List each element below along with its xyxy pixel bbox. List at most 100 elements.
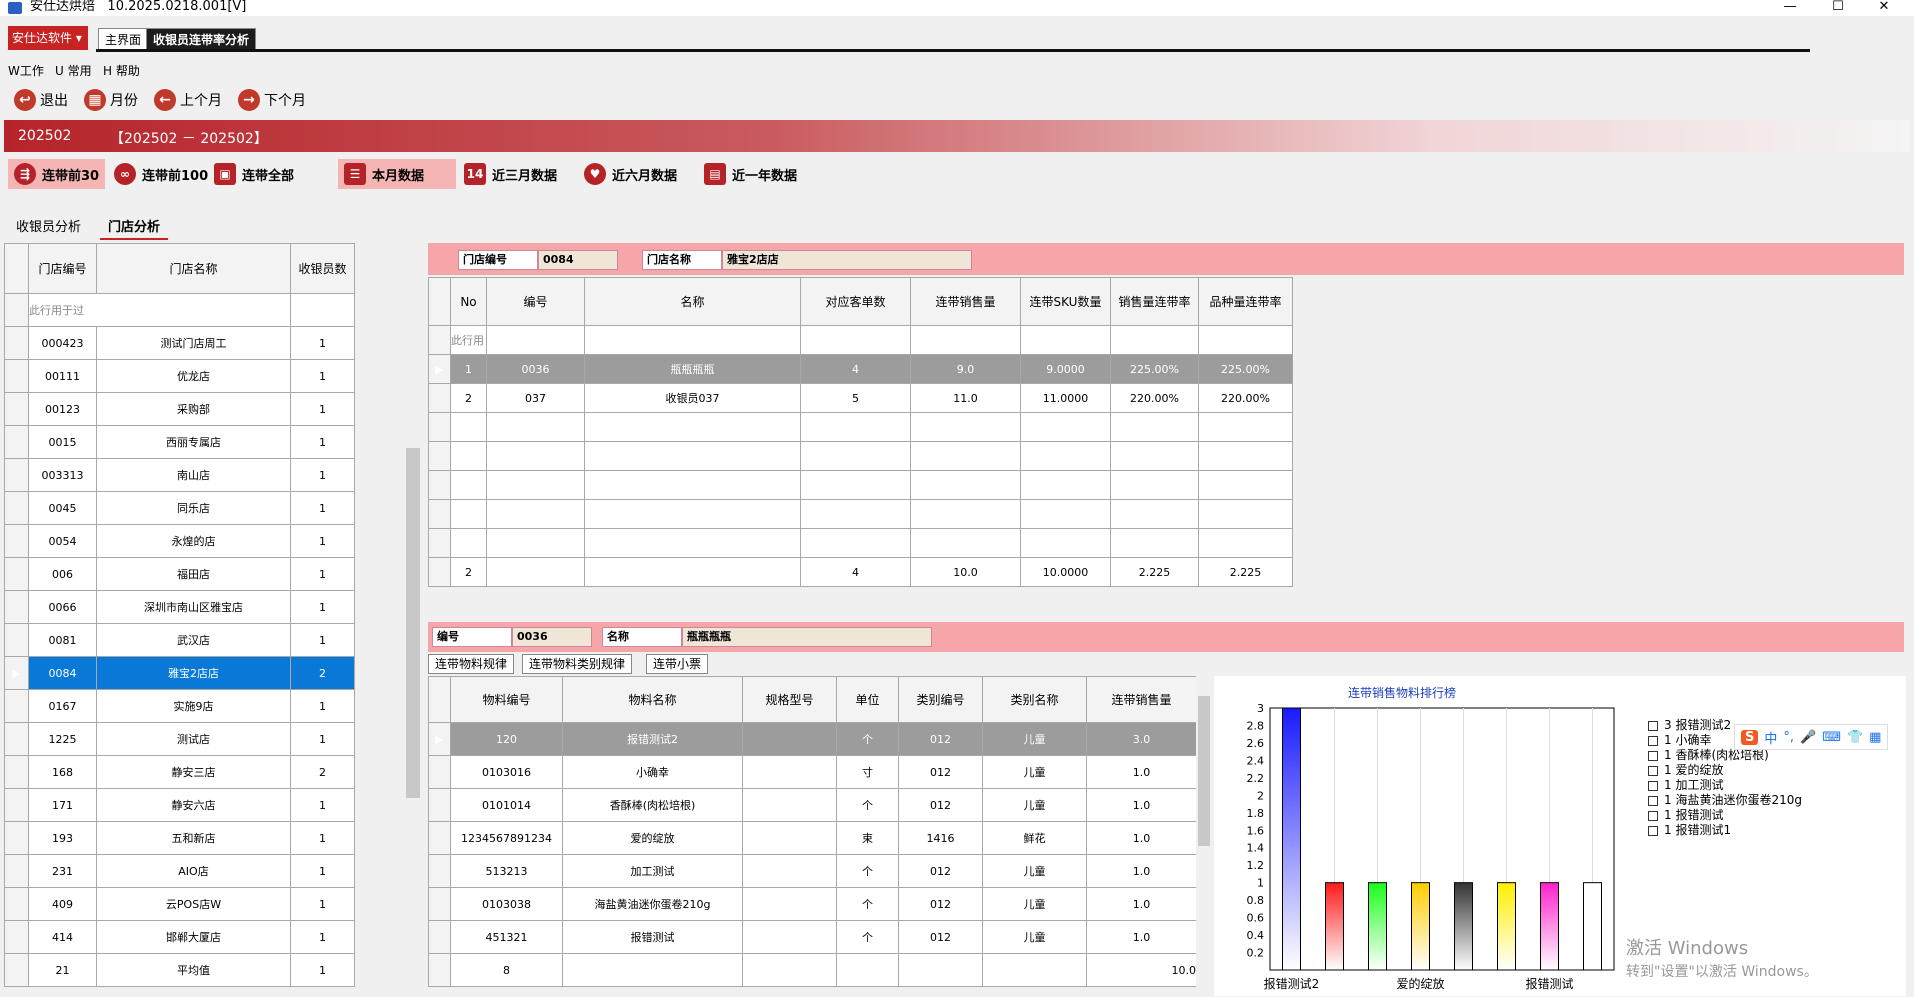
col-header[interactable]: 类别名称: [982, 676, 1087, 723]
col-cashier-count[interactable]: 收银员数: [290, 243, 355, 294]
one-year-button[interactable]: ▤ 近一年数据: [698, 159, 803, 189]
legend-checkbox[interactable]: [1648, 810, 1658, 821]
col-header[interactable]: 物料名称: [562, 676, 743, 723]
col-header[interactable]: 连带SKU数量: [1020, 277, 1111, 326]
cashier-filter-input[interactable]: 此行用: [450, 325, 487, 355]
col-header[interactable]: 连带销售量: [1086, 676, 1197, 723]
table-row[interactable]: 0101014 香酥棒(肉松培根) 个 012 儿童 1.0: [428, 788, 1197, 822]
tab-store[interactable]: 门店分析: [100, 216, 169, 240]
table-row[interactable]: 168 静安三店 2: [4, 755, 355, 789]
table-row[interactable]: 00123 采购部 1: [4, 392, 355, 426]
table-cell: 003313: [28, 458, 97, 492]
legend-item[interactable]: 1 报错测试1: [1648, 823, 1802, 838]
table-row[interactable]: 0015 西丽专属店 1: [4, 425, 355, 459]
table-row[interactable]: 1234567891234 爱的绽放 束 1416 鲜花 1.0: [428, 821, 1197, 855]
tab-cashier-analysis[interactable]: 收银员连带率分析: [146, 28, 257, 50]
table-cell: 012: [898, 854, 983, 888]
table-row[interactable]: ▶ 1 0036 瓶瓶瓶瓶 4 9.0 9.0000 225.00% 225.00%: [428, 354, 1293, 384]
month-button[interactable]: ▦ 月份: [84, 87, 138, 113]
tab-cashier[interactable]: 收银员分析: [8, 216, 89, 240]
table-row[interactable]: 2 037 收银员037 5 11.0 11.0000 220.00% 220.00%: [428, 383, 1293, 413]
table-row[interactable]: 0066 深圳市南山区雅宝店 1: [4, 590, 355, 624]
col-header[interactable]: 连带销售量: [910, 277, 1021, 326]
table-row[interactable]: 0103016 小确幸 寸 012 儿童 1.0: [428, 755, 1197, 789]
scroll-thumb[interactable]: [406, 448, 420, 798]
col-header[interactable]: 编号: [486, 277, 585, 326]
exit-button[interactable]: ↩ 退出: [14, 87, 68, 113]
prev-month-button[interactable]: ← 上个月: [154, 87, 222, 113]
col-header[interactable]: 类别编号: [898, 676, 983, 723]
table-row[interactable]: 003313 南山店 1: [4, 458, 355, 492]
col-store-code[interactable]: 门店编号: [28, 243, 97, 294]
legend-checkbox[interactable]: [1648, 825, 1658, 836]
table-row[interactable]: 0103038 海盐黄油迷你蛋卷210g 个 012 儿童 1.0: [428, 887, 1197, 921]
col-header[interactable]: 名称: [584, 277, 801, 326]
legend-checkbox[interactable]: [1648, 735, 1658, 746]
table-cell: [742, 920, 837, 954]
close-button[interactable]: ✕: [1862, 0, 1906, 16]
legend-checkbox[interactable]: [1648, 750, 1658, 761]
table-row[interactable]: 171 静安六店 1: [4, 788, 355, 822]
table-row[interactable]: 00111 优龙店 1: [4, 359, 355, 393]
table-row[interactable]: 193 五和新店 1: [4, 821, 355, 855]
legend-item[interactable]: 1 报错测试: [1648, 808, 1802, 823]
table-row[interactable]: 231 AIO店 1: [4, 854, 355, 888]
legend-checkbox[interactable]: [1648, 795, 1658, 806]
table-row[interactable]: 409 云POS店W 1: [4, 887, 355, 921]
legend-item[interactable]: 1 爱的绽放: [1648, 763, 1802, 778]
col-header[interactable]: No: [450, 277, 487, 326]
all-button[interactable]: ▣ 连带全部: [208, 159, 300, 189]
tab-home[interactable]: 主界面: [98, 28, 149, 50]
col-header[interactable]: 单位: [836, 676, 899, 723]
legend-checkbox[interactable]: [1648, 780, 1658, 791]
table-row[interactable]: 0081 武汉店 1: [4, 623, 355, 657]
cashier-scrollbar[interactable]: [1888, 277, 1906, 613]
table-row[interactable]: 006 福田店 1: [4, 557, 355, 591]
legend-item[interactable]: 1 海盐黄油迷你蛋卷210g: [1648, 793, 1802, 808]
top30-button[interactable]: ⇶ 连带前30: [8, 159, 106, 189]
minimize-button[interactable]: —: [1768, 0, 1812, 16]
col-header[interactable]: 规格型号: [742, 676, 837, 723]
table-cell: 012: [898, 920, 983, 954]
legend-checkbox[interactable]: [1648, 765, 1658, 776]
ime-toolbar[interactable]: S 中 °, 🎤 ⌨ 👕 ▦: [1734, 724, 1889, 750]
table-row[interactable]: ▶ 0084 雅宝2店店 2: [4, 656, 355, 690]
table-row[interactable]: 0167 实施9店 1: [4, 689, 355, 723]
table-cell: 1: [290, 557, 355, 591]
table-cell: 1225: [28, 722, 97, 756]
app-menu-button[interactable]: 安仕达软件 ▾: [8, 26, 88, 50]
scroll-thumb[interactable]: [1198, 696, 1210, 846]
six-months-button[interactable]: ♥ 近六月数据: [578, 159, 683, 189]
table-row[interactable]: 513213 加工测试 个 012 儿童 1.0: [428, 854, 1197, 888]
menu-work[interactable]: W工作: [8, 62, 44, 79]
col-header[interactable]: 销售量连带率: [1110, 277, 1199, 326]
table-row[interactable]: 1225 测试店 1: [4, 722, 355, 756]
legend-item[interactable]: 1 香酥棒(肉松培根): [1648, 748, 1802, 763]
this-month-button[interactable]: ☰ 本月数据: [338, 159, 456, 189]
tab-category-pattern[interactable]: 连带物料类别规律: [522, 654, 633, 674]
col-header[interactable]: 对应客单数: [800, 277, 911, 326]
tab-item-pattern[interactable]: 连带物料规律: [428, 654, 515, 674]
store-filter-input[interactable]: 此行用于过: [28, 293, 291, 327]
tab-receipts[interactable]: 连带小票: [646, 654, 709, 674]
col-header[interactable]: 物料编号: [450, 676, 563, 723]
table-row[interactable]: 451321 报错测试 个 012 儿童 1.0: [428, 920, 1197, 954]
table-cell: 1.0: [1086, 788, 1197, 822]
table-row[interactable]: ▶ 120 报错测试2 个 012 儿童 3.0: [428, 722, 1197, 756]
table-row[interactable]: 000423 测试门店周工 1: [4, 326, 355, 360]
col-header[interactable]: 品种量连带率: [1198, 277, 1293, 326]
maximize-button[interactable]: ☐: [1816, 0, 1860, 16]
table-row[interactable]: 414 邯郸大厦店 1: [4, 920, 355, 954]
col-store-name[interactable]: 门店名称: [96, 243, 291, 294]
table-row[interactable]: 0045 同乐店 1: [4, 491, 355, 525]
legend-item[interactable]: 1 加工测试: [1648, 778, 1802, 793]
store-scrollbar[interactable]: [404, 243, 422, 997]
menu-help[interactable]: H 帮助: [103, 62, 140, 79]
item-scrollbar[interactable]: [1196, 676, 1212, 996]
three-months-button[interactable]: 14 近三月数据: [458, 159, 563, 189]
next-month-button[interactable]: → 下个月: [238, 87, 306, 113]
legend-checkbox[interactable]: [1648, 720, 1658, 731]
table-row[interactable]: 0054 永煌的店 1: [4, 524, 355, 558]
menu-common[interactable]: U 常用: [55, 62, 92, 79]
top100-button[interactable]: ∞ 连带前100: [108, 159, 214, 189]
